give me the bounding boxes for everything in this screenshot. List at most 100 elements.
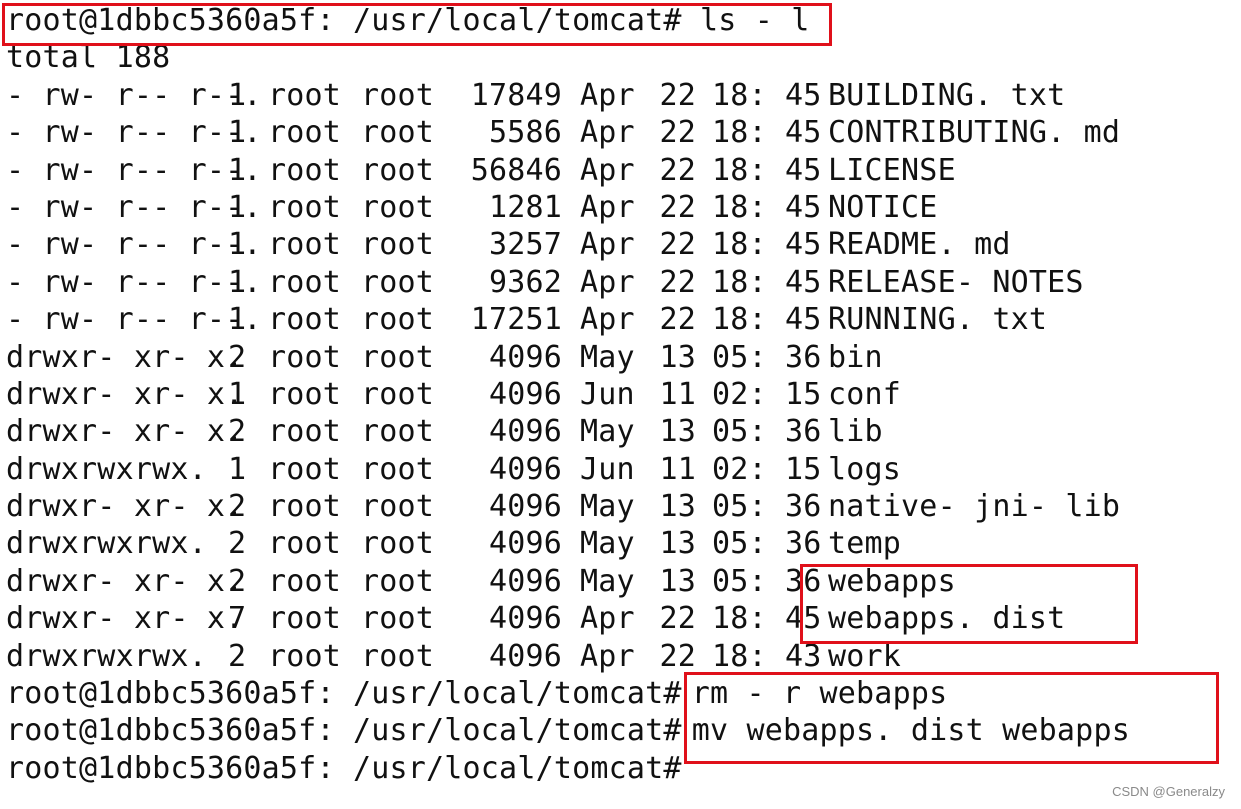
- file-name: CONTRIBUTING. md: [828, 115, 1121, 151]
- file-day: 13: [659, 563, 696, 599]
- file-link-count: 7: [228, 601, 247, 637]
- file-owner: root: [268, 302, 342, 338]
- prompt: root@1dbbc5360a5f: /usr/local/tomcat#: [6, 750, 682, 786]
- file-size: 1281: [488, 189, 562, 225]
- file-time: 05: 36: [712, 526, 822, 562]
- file-permissions: drwxr- xr- x.: [6, 601, 244, 637]
- file-day: 22: [659, 115, 696, 151]
- file-month: Apr: [580, 189, 635, 225]
- file-time: 18: 45: [712, 264, 822, 300]
- file-group: root: [361, 339, 435, 375]
- terminal-screenshot: { "terminal": { "prompt": "root@1dbbc536…: [0, 0, 1241, 809]
- file-month: Jun: [580, 451, 635, 487]
- file-link-count: 1: [228, 302, 247, 338]
- file-name: native- jni- lib: [828, 489, 1121, 525]
- file-owner: root: [268, 376, 342, 412]
- file-time: 18: 45: [712, 302, 822, 338]
- file-permissions: drwxr- xr- x.: [6, 376, 244, 412]
- file-day: 22: [659, 189, 696, 225]
- file-permissions: drwxr- xr- x.: [6, 339, 244, 375]
- file-group: root: [361, 264, 435, 300]
- file-owner: root: [268, 77, 342, 113]
- prompt: root@1dbbc5360a5f: /usr/local/tomcat#: [6, 676, 682, 712]
- file-permissions: drwxr- xr- x.: [6, 489, 244, 525]
- file-month: Apr: [580, 227, 635, 263]
- file-size: 5586: [488, 115, 562, 151]
- file-owner: root: [268, 526, 342, 562]
- file-day: 22: [659, 227, 696, 263]
- file-entry-row: - rw- r-- r--.1 root root 3257 Apr 22 18: 45 RE…: [6, 226, 1236, 263]
- file-day: 22: [659, 152, 696, 188]
- file-name: README. md: [828, 227, 1011, 263]
- file-group: root: [361, 227, 435, 263]
- file-month: May: [580, 414, 635, 450]
- file-group: root: [361, 638, 435, 674]
- file-entry-row: drwxr- xr- x.2 root root 4096 May 13 05: 36 bin: [6, 339, 1236, 376]
- file-size: 4096: [488, 376, 562, 412]
- file-link-count: 2: [228, 489, 247, 525]
- file-month: Apr: [580, 77, 635, 113]
- highlight-box-webapps-folders: [800, 564, 1138, 644]
- file-size: 4096: [488, 638, 562, 674]
- file-link-count: 2: [228, 414, 247, 450]
- file-month: Apr: [580, 264, 635, 300]
- file-link-count: 1: [228, 376, 247, 412]
- file-group: root: [361, 152, 435, 188]
- file-size: 56846: [470, 152, 562, 188]
- file-owner: root: [268, 264, 342, 300]
- file-entry-row: - rw- r-- r--.1 root root 5586 Apr 22 18: 45 CO…: [6, 114, 1236, 151]
- file-size: 17849: [470, 77, 562, 113]
- file-size: 17251: [470, 302, 562, 338]
- file-link-count: 1: [228, 152, 247, 188]
- file-owner: root: [268, 489, 342, 525]
- file-day: 11: [659, 376, 696, 412]
- file-name: lib: [828, 414, 883, 450]
- file-group: root: [361, 451, 435, 487]
- file-link-count: 1: [228, 227, 247, 263]
- file-entry-row: - rw- r-- r--.1 root root 56846 Apr 22 18: 45 L…: [6, 152, 1236, 189]
- file-time: 02: 15: [712, 376, 822, 412]
- file-permissions: drwxr- xr- x.: [6, 414, 244, 450]
- file-time: 05: 36: [712, 414, 822, 450]
- file-time: 18: 45: [712, 77, 822, 113]
- file-owner: root: [268, 189, 342, 225]
- file-link-count: 2: [228, 563, 247, 599]
- file-time: 02: 15: [712, 451, 822, 487]
- file-owner: root: [268, 638, 342, 674]
- file-group: root: [361, 77, 435, 113]
- file-month: Apr: [580, 601, 635, 637]
- file-permissions: - rw- r-- r--.: [6, 302, 262, 338]
- file-entry-row: drwxr- xr- x.2 root root 4096 May 13 05: 36 lib: [6, 413, 1236, 450]
- file-time: 18: 45: [712, 115, 822, 151]
- file-link-count: 1: [228, 264, 247, 300]
- file-group: root: [361, 489, 435, 525]
- file-time: 05: 36: [712, 489, 822, 525]
- file-entry-row: drwxr- xr- x.2 root root 4096 May 13 05: 36 nat…: [6, 488, 1236, 525]
- file-entry-row: - rw- r-- r--.1 root root 17251 Apr 22 18: 45 R…: [6, 301, 1236, 338]
- file-size: 4096: [488, 601, 562, 637]
- file-name: RUNNING. txt: [828, 302, 1048, 338]
- file-owner: root: [268, 152, 342, 188]
- file-time: 18: 45: [712, 227, 822, 263]
- file-group: root: [361, 302, 435, 338]
- file-month: May: [580, 339, 635, 375]
- file-owner: root: [268, 227, 342, 263]
- file-month: May: [580, 563, 635, 599]
- file-name: logs: [828, 451, 902, 487]
- file-permissions: - rw- r-- r--.: [6, 227, 262, 263]
- file-month: Apr: [580, 302, 635, 338]
- file-time: 18: 45: [712, 189, 822, 225]
- file-time: 05: 36: [712, 339, 822, 375]
- file-permissions: - rw- r-- r--.: [6, 189, 262, 225]
- file-day: 22: [659, 302, 696, 338]
- file-link-count: 2: [228, 339, 247, 375]
- file-entry-row: drwxrwxrwx. 1 root root 4096 Jun 11 02: 15 logs: [6, 451, 1236, 488]
- file-day: 22: [659, 601, 696, 637]
- watermark: CSDN @Generalzy: [1112, 784, 1225, 799]
- file-size: 4096: [488, 563, 562, 599]
- file-link-count: 1: [228, 77, 247, 113]
- file-permissions: - rw- r-- r--.: [6, 115, 262, 151]
- file-name: temp: [828, 526, 902, 562]
- file-entry-row: drwxrwxrwx. 2 root root 4096 May 13 05: 36 temp: [6, 525, 1236, 562]
- file-name: RELEASE- NOTES: [828, 264, 1084, 300]
